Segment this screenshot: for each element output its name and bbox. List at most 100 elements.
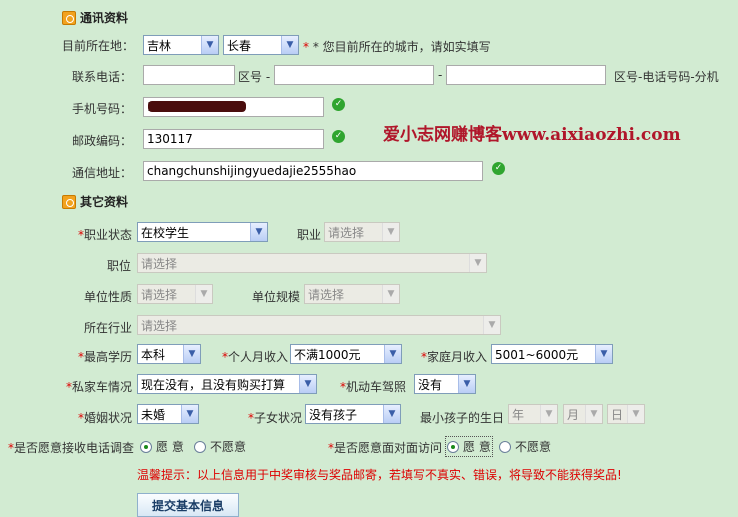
job-value: 请选择 xyxy=(328,225,365,240)
chevron-down-icon: ▼ xyxy=(458,375,475,393)
marriage-select[interactable]: 未婚 ▼ xyxy=(137,404,199,424)
contact-section-header: 通讯资料 xyxy=(62,9,128,26)
job-status-label: *职业状态 xyxy=(78,228,133,242)
industry-value: 请选择 xyxy=(141,318,178,333)
city-select[interactable]: 长春 ▼ xyxy=(223,35,299,55)
phone-survey-yes[interactable]: 愿 意 xyxy=(140,438,184,455)
chevron-down-icon: ▼ xyxy=(195,285,212,303)
marriage-label-text: 婚姻状况 xyxy=(84,411,133,425)
birth-year-value: 年 xyxy=(512,407,525,422)
children-select[interactable]: 没有孩子 ▼ xyxy=(305,404,401,424)
car-label: *私家车情况 xyxy=(66,380,133,394)
family-income-value: 5001~6000元 xyxy=(495,347,579,362)
chevron-down-icon: ▼ xyxy=(250,223,267,241)
industry-select[interactable]: 请选择 ▼ xyxy=(137,315,501,335)
chevron-down-icon: ▼ xyxy=(382,285,399,303)
unit-nature-label: 单位性质 xyxy=(84,290,133,304)
license-value: 没有 xyxy=(418,377,443,392)
interview-no-text: 不愿意 xyxy=(515,440,552,454)
watermark-text: 爱小志网赚博客www.aixiaozhi.com xyxy=(383,125,681,145)
radio-checked-icon[interactable] xyxy=(140,440,152,453)
chevron-down-icon: ▼ xyxy=(383,405,400,423)
chevron-down-icon: ▼ xyxy=(183,345,200,363)
chevron-down-icon: ▼ xyxy=(585,405,602,423)
birth-year-select[interactable]: 年 ▼ xyxy=(508,404,558,424)
marriage-label: *婚姻状况 xyxy=(78,411,133,425)
unit-scale-value: 请选择 xyxy=(308,287,345,302)
address-input[interactable] xyxy=(143,161,483,181)
phone-survey-no[interactable]: 不愿意 xyxy=(194,438,246,455)
province-select[interactable]: 吉林 ▼ xyxy=(143,35,219,55)
chevron-down-icon: ▼ xyxy=(181,405,198,423)
mobile-label: 手机号码： xyxy=(72,102,133,116)
zip-input[interactable] xyxy=(143,129,324,149)
car-value: 现在没有，且没有购买打算 xyxy=(141,377,286,392)
radio-unchecked-icon[interactable] xyxy=(499,440,511,453)
unit-nature-select[interactable]: 请选择 ▼ xyxy=(137,284,213,304)
license-select[interactable]: 没有 ▼ xyxy=(414,374,476,394)
interview-yes-text: 愿 意 xyxy=(463,440,491,454)
chevron-down-icon: ▼ xyxy=(469,254,486,272)
phone-format-hint: 区号-电话号码-分机 xyxy=(614,70,719,84)
income-value: 不满1000元 xyxy=(294,347,361,362)
position-select[interactable]: 请选择 ▼ xyxy=(137,253,487,273)
chevron-down-icon: ▼ xyxy=(201,36,218,54)
car-select[interactable]: 现在没有，且没有购买打算 ▼ xyxy=(137,374,317,394)
city-value: 长春 xyxy=(227,38,252,53)
unit-scale-select[interactable]: 请选择 ▼ xyxy=(304,284,400,304)
chevron-down-icon: ▼ xyxy=(540,405,557,423)
family-income-label: *家庭月收入 xyxy=(421,350,488,364)
marriage-value: 未婚 xyxy=(141,407,166,422)
industry-label: 所在行业 xyxy=(84,321,133,335)
youngest-birthday-label: 最小孩子的生日 xyxy=(420,411,505,425)
car-label-text: 私家车情况 xyxy=(72,380,133,394)
chevron-down-icon: ▼ xyxy=(384,345,401,363)
phone-area-input[interactable] xyxy=(143,65,235,85)
phone-survey-label: *是否愿意接收电话调查 xyxy=(8,441,135,455)
job-select[interactable]: 请选择 ▼ xyxy=(324,222,400,242)
job-status-label-text: 职业状态 xyxy=(84,228,133,242)
birth-day-select[interactable]: 日 ▼ xyxy=(607,404,645,424)
phone-extension-input[interactable] xyxy=(446,65,606,85)
education-label: *最高学历 xyxy=(78,350,133,364)
check-circle-icon: ✓ xyxy=(332,98,345,111)
position-value: 请选择 xyxy=(141,256,178,271)
interview-yes[interactable]: 愿 意 xyxy=(445,436,493,457)
chevron-down-icon: ▼ xyxy=(281,36,298,54)
unit-scale-label: 单位规模 xyxy=(252,290,301,304)
radio-checked-icon[interactable] xyxy=(447,440,459,453)
chevron-down-icon: ▼ xyxy=(299,375,316,393)
phone-number-input[interactable] xyxy=(274,65,434,85)
submit-basic-info-button[interactable]: 提交基本信息 xyxy=(137,493,239,517)
birth-month-select[interactable]: 月 ▼ xyxy=(563,404,603,424)
birth-day-value: 日 xyxy=(611,407,624,422)
job-status-value: 在校学生 xyxy=(141,225,190,240)
interview-no[interactable]: 不愿意 xyxy=(499,438,551,455)
interview-label-text: 是否愿意面对面访问 xyxy=(334,441,443,455)
warm-tip: 温馨提示：以上信息用于中奖审核与奖品邮寄，若填写不真实、错误，将导致不能获得奖品… xyxy=(137,468,622,482)
position-label: 职位 xyxy=(107,259,132,273)
children-value: 没有孩子 xyxy=(309,407,358,422)
income-label: *个人月收入 xyxy=(222,350,289,364)
unit-nature-value: 请选择 xyxy=(141,287,178,302)
family-income-select[interactable]: 5001~6000元 ▼ xyxy=(491,344,613,364)
birth-month-value: 月 xyxy=(567,407,580,422)
phone-survey-label-text: 是否愿意接收电话调查 xyxy=(14,441,135,455)
city-note: * * 您目前所在的城市，请如实填写 xyxy=(303,40,491,54)
city-note-text: * 您目前所在的城市，请如实填写 xyxy=(312,40,491,54)
chevron-down-icon: ▼ xyxy=(382,223,399,241)
income-select[interactable]: 不满1000元 ▼ xyxy=(290,344,402,364)
phone-label: 联系电话： xyxy=(72,70,133,84)
children-label: *子女状况 xyxy=(248,411,303,425)
education-select[interactable]: 本科 ▼ xyxy=(137,344,201,364)
other-section-header: 其它资料 xyxy=(62,193,128,210)
section-icon xyxy=(62,194,76,209)
check-circle-icon: ✓ xyxy=(492,162,505,175)
job-status-select[interactable]: 在校学生 ▼ xyxy=(137,222,268,242)
zip-label: 邮政编码： xyxy=(72,134,133,148)
chevron-down-icon: ▼ xyxy=(595,345,612,363)
chevron-down-icon: ▼ xyxy=(483,316,500,334)
redaction-mark xyxy=(148,101,246,112)
radio-unchecked-icon[interactable] xyxy=(194,440,206,453)
section-title-other: 其它资料 xyxy=(80,195,129,209)
